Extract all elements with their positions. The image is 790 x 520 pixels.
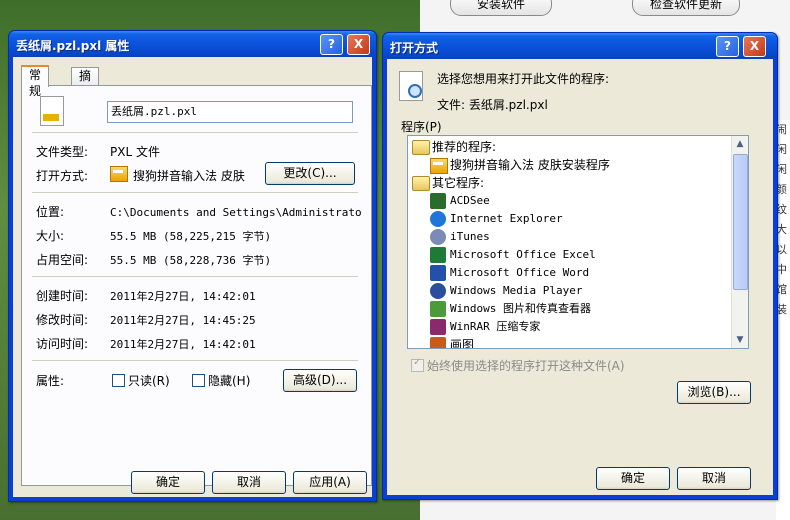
check-updates-button[interactable]: 检查软件更新 [632, 0, 740, 16]
apply-button[interactable]: 应用(A) [293, 471, 367, 494]
folder-icon [412, 140, 430, 155]
close-button[interactable]: X [347, 34, 370, 55]
properties-titlebar[interactable]: 丢纸屑.pzl.pxl 属性 ? X [9, 31, 376, 57]
modified-label: 修改时间: [36, 313, 89, 327]
list-item[interactable]: 搜狗拼音输入法 皮肤安装程序 [430, 156, 610, 174]
tab-general[interactable]: 常规 [21, 65, 50, 98]
paint-icon [430, 337, 446, 348]
media-player-icon [430, 283, 446, 299]
hidden-label[interactable]: 隐藏(H) [208, 372, 250, 389]
search-file-icon [399, 71, 423, 101]
word-icon [430, 265, 446, 281]
install-software-button[interactable]: 安装软件 [450, 0, 552, 16]
cancel-button[interactable]: 取消 [212, 471, 286, 494]
always-use-label[interactable]: 始终使用选择的程序打开这种文件(A) [427, 357, 625, 374]
ssf-icon [110, 166, 128, 182]
filename-field[interactable]: 丢纸屑.pzl.pxl [107, 101, 353, 123]
open-with-titlebar[interactable]: 打开方式 ? X [383, 33, 777, 59]
disk-size-value: 55.5 MB (58,228,736 字节) [110, 254, 272, 267]
help-button[interactable]: ? [320, 34, 343, 55]
properties-dialog: 丢纸屑.pzl.pxl 属性 ? X 常规 摘要 丢纸屑.pzl.pxl 文件类… [8, 30, 377, 502]
programs-label: 程序(P) [401, 120, 442, 134]
check-mark-icon: ✓ [413, 357, 422, 368]
file-type-value: PXL 文件 [110, 145, 160, 159]
photo-viewer-icon [430, 301, 446, 317]
size-value: 55.5 MB (58,225,215 字节) [110, 230, 272, 243]
location-label: 位置: [36, 205, 65, 219]
disk-size-label: 占用空间: [36, 253, 89, 267]
scroll-down-arrow-icon[interactable]: ▼ [733, 333, 747, 347]
location-value: C:\Documents and Settings\Administrator\… [110, 206, 363, 219]
size-label: 大小: [36, 229, 65, 243]
open-with-client: 选择您想用来打开此文件的程序: 文件: 丢纸屑.pzl.pxl 程序(P) 推荐… [387, 59, 773, 495]
properties-title: 丢纸屑.pzl.pxl 属性 [16, 39, 130, 53]
open-with-label: 打开方式: [36, 169, 89, 183]
separator [32, 360, 358, 361]
winrar-icon [430, 319, 446, 335]
general-panel: 丢纸屑.pzl.pxl 文件类型: PXL 文件 打开方式: 搜狗拼音输入法 皮… [21, 85, 372, 486]
attributes-label: 属性: [36, 374, 65, 388]
browse-button[interactable]: 浏览(B)... [677, 381, 751, 404]
file-type-label: 文件类型: [36, 145, 89, 159]
tab-summary[interactable]: 摘要 [71, 67, 100, 99]
accessed-value: 2011年2月27日, 14:42:01 [110, 338, 256, 351]
separator [32, 132, 358, 133]
properties-client: 常规 摘要 丢纸屑.pzl.pxl 文件类型: PXL 文件 打开方式: 搜狗拼… [13, 57, 372, 497]
ok-button[interactable]: 确定 [596, 467, 670, 490]
scroll-up-arrow-icon[interactable]: ▲ [733, 137, 747, 151]
file-icon [40, 96, 64, 126]
excel-icon [430, 247, 446, 263]
itunes-icon [430, 229, 446, 245]
readonly-checkbox[interactable] [112, 374, 125, 387]
list-scrollbar[interactable]: ▲ ▼ [731, 136, 748, 348]
ok-button[interactable]: 确定 [131, 471, 205, 494]
always-use-checkbox[interactable]: ✓ [411, 357, 424, 372]
ssf-icon [430, 158, 448, 174]
scroll-thumb[interactable] [733, 154, 748, 290]
ie-icon [430, 211, 446, 227]
prompt-text: 选择您想用来打开此文件的程序: [437, 72, 610, 86]
accessed-label: 访问时间: [36, 337, 89, 351]
help-button[interactable]: ? [716, 36, 739, 57]
close-button[interactable]: X [743, 36, 766, 57]
readonly-label[interactable]: 只读(R) [128, 372, 170, 389]
created-label: 创建时间: [36, 289, 89, 303]
created-value: 2011年2月27日, 14:42:01 [110, 290, 256, 303]
modified-value: 2011年2月27日, 14:45:25 [110, 314, 256, 327]
programs-list[interactable]: 推荐的程序: 搜狗拼音输入法 皮肤安装程序 其它程序: ACDSee Inter… [407, 135, 749, 349]
cancel-button[interactable]: 取消 [677, 467, 751, 490]
folder-icon [412, 176, 430, 191]
separator [32, 276, 358, 277]
open-with-title: 打开方式 [390, 41, 439, 55]
change-button[interactable]: 更改(C)... [265, 162, 355, 185]
open-with-value: 搜狗拼音输入法 皮肤 [133, 169, 245, 183]
file-line: 文件: 丢纸屑.pzl.pxl [437, 98, 548, 112]
background-side-strip: 闹 闲 闲 颜 纹 大 以 中 馆 装 [776, 120, 790, 520]
hidden-checkbox[interactable] [192, 374, 205, 387]
acdsee-icon [430, 193, 446, 209]
separator [32, 192, 358, 193]
open-with-dialog: 打开方式 ? X 选择您想用来打开此文件的程序: 文件: 丢纸屑.pzl.pxl… [382, 32, 778, 500]
advanced-button[interactable]: 高级(D)... [283, 369, 357, 392]
